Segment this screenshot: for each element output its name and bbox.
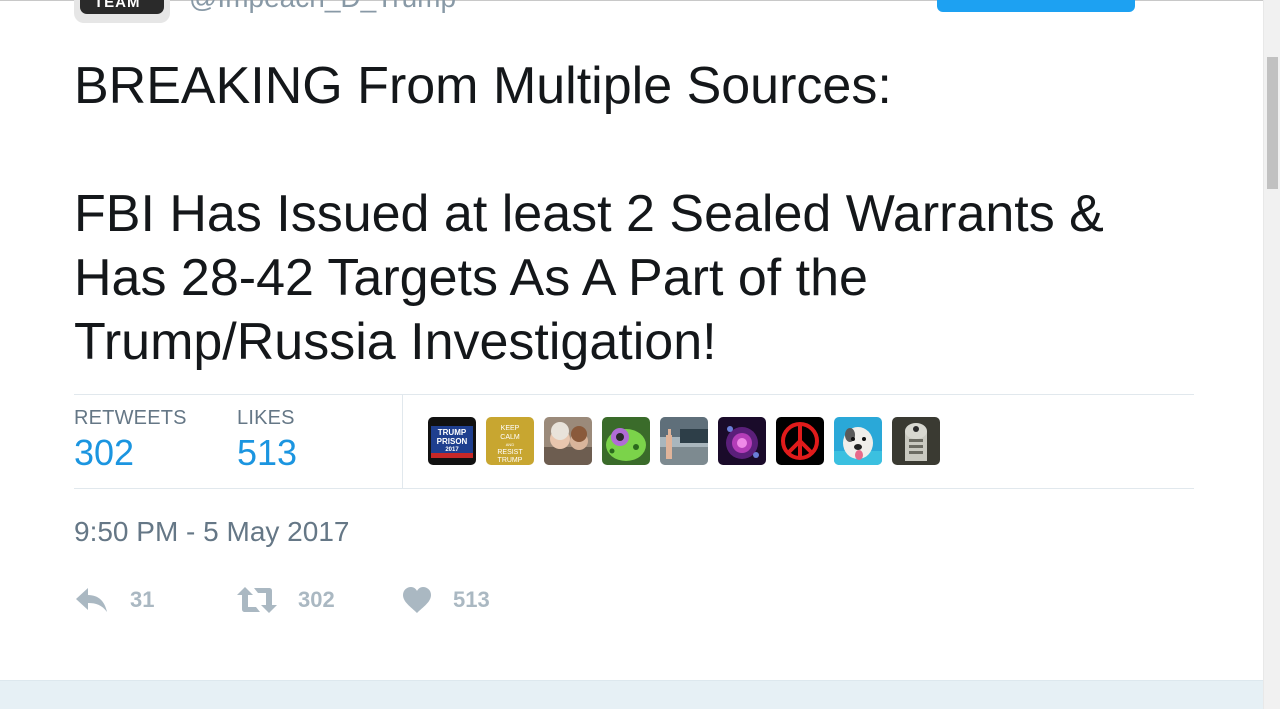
keep-calm-text-2: CALM [500, 434, 520, 441]
page-scrollbar[interactable] [1263, 0, 1280, 709]
scrollbar-thumb[interactable] [1267, 57, 1278, 189]
keep-calm-text-1: KEEP [501, 425, 520, 432]
retweet-count: 302 [298, 587, 335, 612]
avatar-purple-abstract[interactable] [718, 417, 766, 465]
replies-section-edge [0, 680, 1263, 709]
liker-avatars: TRUMP PRISON 2017 KEEP CALM AND RESIST T… [428, 417, 940, 465]
stats-divider [402, 395, 403, 489]
follow-button[interactable] [937, 0, 1135, 12]
retweet-icon [236, 585, 278, 615]
tweet-text: BREAKING From Multiple Sources: FBI Has … [74, 54, 1194, 374]
tweet-line: BREAKING From Multiple Sources: [74, 57, 892, 115]
likes-label: LIKES [237, 407, 295, 429]
avatar-peace-sign[interactable] [776, 417, 824, 465]
retweets-label: RETWEETS [74, 407, 187, 429]
tweet-line: FBI Has Issued at least 2 Sealed Warrant… [74, 185, 1104, 243]
avatar-dog[interactable] [834, 417, 882, 465]
reply-count: 31 [130, 587, 155, 612]
retweet-button[interactable]: 302 [236, 580, 335, 620]
reply-icon [74, 585, 110, 615]
author-avatar-text: TEAM [94, 0, 141, 11]
author-avatar-badge: TEAM [80, 0, 164, 14]
keep-calm-text-3: AND [506, 442, 515, 447]
tweet-page: TEAM @Impeach_D_Trump BREAKING From Mult… [0, 0, 1280, 709]
trump-prison-text-2: PRISON [437, 437, 468, 446]
trump-prison-text-1: TRUMP [438, 428, 467, 437]
author-avatar[interactable]: TEAM [74, 0, 170, 23]
avatar-keep-calm[interactable]: KEEP CALM AND RESIST TRUMP [486, 417, 534, 465]
like-count: 513 [453, 587, 490, 612]
like-button[interactable]: 513 [401, 580, 490, 620]
tweet-timestamp[interactable]: 9:50 PM - 5 May 2017 [74, 516, 349, 548]
tweet-stats: RETWEETS 302 LIKES 513 TRUMP PRISON 2017 [74, 394, 1194, 489]
likes-value: 513 [237, 432, 298, 473]
reply-button[interactable]: 31 [74, 580, 154, 620]
author-handle[interactable]: @Impeach_D_Trump [189, 0, 456, 14]
retweets-stat[interactable]: RETWEETS 302 [74, 407, 187, 474]
likes-stat[interactable]: LIKES 513 [237, 407, 297, 474]
retweets-value: 302 [74, 432, 135, 473]
heart-icon [401, 585, 433, 615]
avatar-photo-people[interactable] [544, 417, 592, 465]
tweet-line: Has 28-42 Targets As A Part of the [74, 249, 868, 307]
tweet-line-break [74, 118, 1194, 182]
avatar-photo-street[interactable] [660, 417, 708, 465]
tweet-line: Trump/Russia Investigation! [74, 313, 717, 371]
avatar-robot[interactable] [892, 417, 940, 465]
keep-calm-text-5: TRUMP [498, 457, 523, 464]
avatar-trump-prison[interactable]: TRUMP PRISON 2017 [428, 417, 476, 465]
keep-calm-text-4: RESIST [497, 449, 523, 456]
trump-prison-text-3: 2017 [445, 447, 459, 453]
avatar-green-frog[interactable] [602, 417, 650, 465]
